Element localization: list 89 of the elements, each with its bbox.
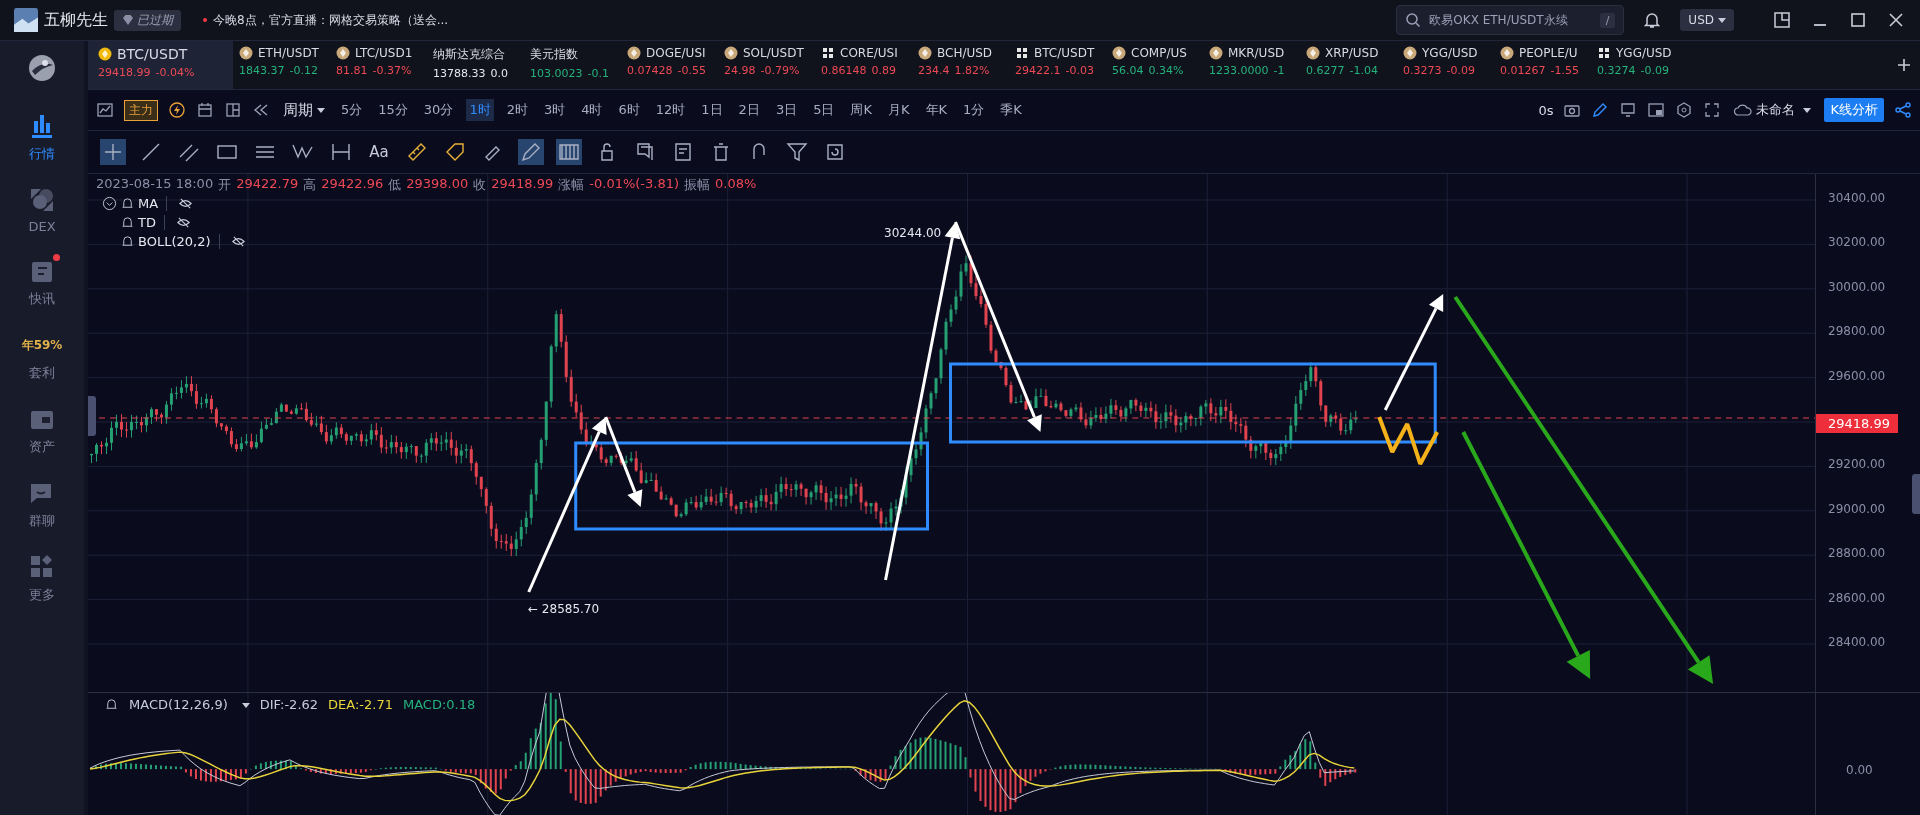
period-tab[interactable]: 2时 (503, 99, 531, 121)
period-tab[interactable]: 1时 (466, 99, 494, 121)
high-price-label: 30244.00 (884, 226, 942, 240)
dea-value: DEA:-2.71 (328, 697, 393, 712)
ticker-tab[interactable]: DOGE/USI 0.07428 -0.55 (621, 41, 718, 89)
price-tick: 29200.00 (1828, 457, 1887, 474)
period-tab[interactable]: 3时 (540, 99, 569, 121)
badge-text: 已过期 (137, 11, 173, 29)
indicator-name: BOLL(20,2) (138, 234, 220, 249)
period-tab[interactable]: 4时 (578, 99, 606, 121)
macd-value: MACD:0.18 (403, 697, 476, 712)
sidebar-item[interactable]: 快讯 (27, 256, 57, 308)
ohlc-value: 29418.99 (491, 176, 554, 193)
period-tab[interactable]: 1日 (698, 99, 726, 121)
ohlc-value: 29398.00 (406, 176, 469, 193)
ticker-tab[interactable]: 纳斯达克综合 13788.33 0.0 (427, 41, 524, 89)
app-name: 五柳先生 (44, 9, 108, 31)
price-tick: 29000.00 (1828, 501, 1887, 518)
countdown-text: 0s (1538, 102, 1554, 118)
sidebar-item[interactable]: 行情 (27, 111, 57, 163)
indicator-name: MACD(12,26,9) (129, 697, 228, 712)
ohlc-value: 0.08% (715, 176, 757, 193)
period-tab[interactable]: 月K (885, 99, 913, 121)
period-tab[interactable]: 30分 (420, 99, 457, 121)
period-tab[interactable]: 12时 (652, 99, 689, 121)
ticker-tab[interactable]: ETH/USDT 1843.37 -0.12 (233, 41, 330, 89)
price-tick: 29600.00 (1828, 368, 1887, 385)
ohlc-label: 低 (388, 176, 402, 194)
ticker-tab[interactable]: BCH/USD 234.4 1.82% (912, 41, 1009, 89)
ohlc-label: 高 (303, 176, 317, 194)
price-tick: 28400.00 (1828, 634, 1887, 651)
ohlc-label: 收 (473, 176, 487, 194)
ohlc-label: 开 (218, 176, 232, 194)
price-tick: 29800.00 (1828, 324, 1887, 341)
ticker-tab[interactable]: YGG/USD 0.3273 -0.09 (1397, 41, 1494, 89)
period-tab[interactable]: 3日 (772, 99, 801, 121)
period-tab[interactable]: 15分 (375, 99, 411, 121)
price-tick: 30000.00 (1828, 279, 1887, 296)
price-tick: 28800.00 (1828, 546, 1887, 563)
ticker-tab[interactable]: PEOPLE/U 0.01267 -1.55 (1494, 41, 1591, 89)
yield-text: 年59% (21, 337, 63, 354)
shortcut-key: / (1599, 12, 1616, 28)
ohlc-value: 29422.96 (321, 176, 384, 193)
ohlc-label: 振幅 (684, 176, 711, 194)
search-input[interactable]: 欧易OKX ETH/USDT永续 (1427, 12, 1594, 28)
search-box[interactable]: 欧易OKX ETH/USDT永续 / (1396, 5, 1625, 35)
last-price-tag: 29418.99 (1816, 413, 1899, 433)
currency-dropdown[interactable]: USD (1680, 9, 1734, 31)
period-tab[interactable]: 季K (997, 99, 1025, 121)
ticker-tab[interactable]: BTC/USDT 29422.1 -0.03 (1009, 41, 1106, 89)
layout-name-dropdown[interactable]: 未命名 (1731, 99, 1815, 121)
ticker-tab[interactable]: CORE/USI 0.86148 0.89 (815, 41, 912, 89)
period-tab[interactable]: 年K (922, 99, 951, 121)
period-tab[interactable]: 5分 (338, 99, 366, 121)
text-tool-button[interactable]: Aa (366, 139, 392, 165)
dif-value: DIF:-2.62 (259, 697, 319, 712)
ohlc-value: 29422.79 (236, 176, 299, 193)
main-force-button[interactable]: 主力 (124, 99, 158, 121)
sidebar-item[interactable]: 更多 (27, 552, 57, 604)
ticker-tab[interactable]: BTC/USDT 29418.99 -0.04% (88, 41, 233, 89)
ticker-tab[interactable]: SOL/USDT 24.98 -0.79% (718, 41, 815, 89)
sidebar-item[interactable]: 资产 (27, 404, 57, 456)
period-tab[interactable]: 2日 (735, 99, 763, 121)
candle-time: 2023-08-15 18:00 (96, 176, 214, 193)
ticker-tab[interactable]: MKR/USD 1233.0000 -1 (1203, 41, 1300, 89)
period-tab[interactable]: 5日 (810, 99, 838, 121)
ticker-tab[interactable]: XRP/USD 0.6277 -1.04 (1300, 41, 1397, 89)
ticker-tab[interactable]: LTC/USD1 81.81 -0.37% (330, 41, 427, 89)
ticker-tab[interactable]: COMP/US 56.04 0.34% (1106, 41, 1203, 89)
sidebar-item[interactable]: 群聊 (27, 478, 57, 530)
ohlc-label: 涨幅 (558, 176, 585, 194)
price-tick: 30200.00 (1828, 235, 1887, 252)
period-dropdown[interactable]: 周期 (280, 98, 328, 122)
ohlc-value: -0.01%(-3.81) (589, 176, 680, 193)
price-tick: 30400.00 (1828, 191, 1887, 207)
period-tab[interactable]: 1分 (960, 99, 988, 121)
analysis-button[interactable]: K线分析 (1824, 98, 1884, 122)
indicator-name: MA (138, 196, 168, 211)
sidebar-item[interactable]: 年59% 套利 (21, 330, 63, 382)
period-tab[interactable]: 周K (847, 99, 875, 121)
price-tick: 28600.00 (1828, 590, 1887, 607)
zero-tick: 0.00 (1846, 763, 1873, 777)
notice-link[interactable]: 今晚8点，官方直播：网格交易策略（送会... (213, 11, 449, 29)
sidebar-item[interactable]: DEX (27, 185, 57, 234)
ticker-tab[interactable]: 美元指数 103.0023 -0.1 (524, 41, 621, 89)
low-price-label: ← 28585.70 (528, 602, 600, 616)
ticker-tab[interactable]: YGG/USD 0.3274 -0.09 (1591, 41, 1688, 89)
period-tab[interactable]: 6时 (615, 99, 643, 121)
indicator-name: TD (138, 215, 165, 230)
